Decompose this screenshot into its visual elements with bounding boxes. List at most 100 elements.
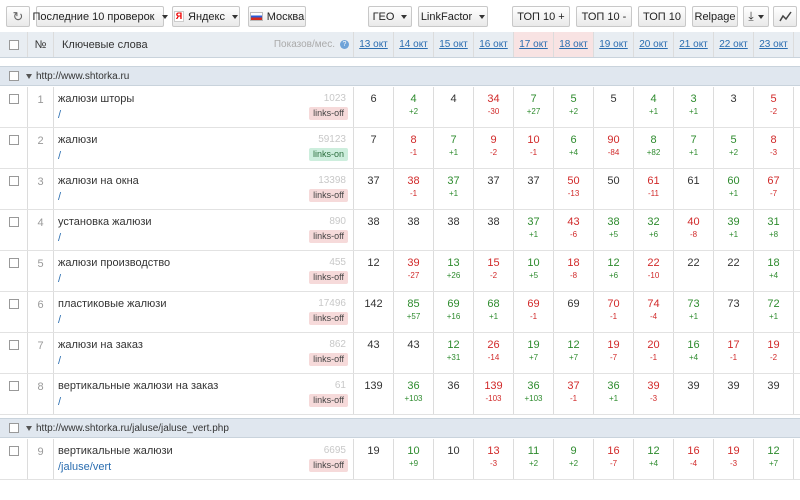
position-delta: +103 — [524, 394, 543, 403]
date-header[interactable]: 15 окт — [434, 32, 474, 57]
position-value: 142 — [364, 298, 383, 310]
position-value: 8 — [650, 134, 657, 146]
date-header[interactable]: 20 окт — [634, 32, 674, 57]
date-header[interactable]: 16 окт — [474, 32, 514, 57]
select-all-checkbox[interactable] — [8, 39, 19, 50]
date-header[interactable]: 18 окт — [554, 32, 594, 57]
keyword-url-link[interactable]: / — [58, 273, 61, 285]
position-cell: 7 — [354, 128, 394, 168]
position-cell: 43 — [394, 333, 434, 373]
position-delta: +4 — [568, 148, 579, 157]
position-cell: 85 +57 — [394, 292, 434, 332]
keyword-url-link[interactable]: /jaluse/vert — [58, 461, 111, 473]
search-engine-dropdown[interactable]: Я Яндекс — [172, 6, 240, 27]
date-header[interactable]: 21 окт — [674, 32, 714, 57]
chart-button[interactable] — [773, 6, 797, 27]
date-header[interactable]: 19 окт — [594, 32, 634, 57]
keyword-url-link[interactable]: / — [58, 396, 61, 408]
links-status-badge[interactable]: links-off — [309, 353, 348, 366]
position-cell: 10 +9 — [394, 439, 434, 479]
position-value: 38 — [407, 175, 420, 187]
group-checkbox[interactable] — [9, 71, 19, 81]
row-checkbox[interactable] — [8, 446, 19, 456]
position-value: 39 — [647, 380, 660, 392]
position-value: 22 — [687, 257, 700, 269]
position-delta: +7 — [768, 459, 779, 468]
links-status-badge[interactable]: links-off — [309, 107, 348, 120]
keyword-url-link[interactable]: / — [58, 355, 61, 367]
keyword-text: жалюзи на заказ — [58, 339, 143, 351]
row-checkbox[interactable] — [8, 94, 19, 104]
history-dropdown[interactable]: Последние 10 проверок — [32, 6, 168, 27]
links-status-badge[interactable]: links-off — [309, 394, 348, 407]
position-value: 16 — [687, 339, 700, 351]
chevron-down-icon — [401, 14, 408, 19]
help-icon[interactable]: ? — [340, 40, 349, 49]
top10-button[interactable]: ТОП 10 — [638, 6, 686, 27]
links-status-badge[interactable]: links-off — [309, 312, 348, 325]
position-value: 139 — [364, 380, 383, 392]
date-header[interactable]: 23 окт — [754, 32, 794, 57]
refresh-button[interactable]: ↻ — [6, 6, 30, 27]
collapse-triangle-icon[interactable] — [26, 73, 32, 79]
keyword-url-link[interactable]: / — [58, 191, 61, 203]
top10-plus-button[interactable]: ТОП 10 + — [512, 6, 570, 27]
row-checkbox[interactable] — [8, 340, 19, 350]
row-checkbox[interactable] — [8, 176, 19, 186]
position-cell: 16 +4 — [674, 333, 714, 373]
position-cell: 50 — [594, 169, 634, 209]
top10-minus-button[interactable]: ТОП 10 - — [576, 6, 632, 27]
row-checkbox[interactable] — [8, 299, 19, 309]
links-status-badge[interactable]: links-off — [309, 271, 348, 284]
position-delta: +2 — [408, 107, 419, 116]
row-checkbox[interactable] — [8, 381, 19, 391]
history-label: Последние 10 проверок — [32, 10, 155, 23]
links-status-badge[interactable]: links-off — [309, 189, 348, 202]
site-url[interactable]: http://www.shtorka.ru/jaluse/jaluse_vert… — [26, 419, 229, 437]
row-checkbox[interactable] — [8, 258, 19, 268]
keyword-url-link[interactable]: / — [58, 109, 61, 121]
position-delta: -1 — [529, 312, 538, 321]
russia-flag-icon — [249, 12, 263, 21]
keyword-url-link[interactable]: / — [58, 150, 61, 162]
date-header[interactable]: 22 окт — [714, 32, 754, 57]
date-header[interactable]: 14 окт — [394, 32, 434, 57]
position-cell: 16 -4 — [674, 439, 714, 479]
position-value: 22 — [727, 257, 740, 269]
row-number: 9 — [28, 439, 54, 479]
position-value: 5 — [770, 93, 777, 105]
region-button[interactable]: Москва — [248, 6, 306, 27]
position-cell: 7 +27 — [514, 87, 554, 127]
position-value: 5 — [610, 93, 617, 105]
keyword-url-link[interactable]: / — [58, 232, 61, 244]
position-value: 4 — [650, 93, 657, 105]
position-value: 39 — [727, 216, 740, 228]
col-shows[interactable]: Показов/мес. — [274, 39, 335, 50]
position-cell: 19 -7 — [594, 333, 634, 373]
position-value: 43 — [367, 339, 380, 351]
download-button[interactable]: ⤓ — [743, 6, 769, 27]
keyword-url-link[interactable]: / — [58, 314, 61, 326]
position-value: 13 — [447, 257, 460, 269]
links-status-badge[interactable]: links-off — [309, 459, 348, 472]
collapse-triangle-icon[interactable] — [26, 425, 32, 431]
links-status-badge[interactable]: links-on — [308, 148, 348, 161]
position-value: 37 — [487, 175, 500, 187]
position-delta: -7 — [609, 459, 618, 468]
position-value: 12 — [607, 257, 620, 269]
row-checkbox-cell — [0, 439, 28, 479]
links-status-badge[interactable]: links-off — [309, 230, 348, 243]
group-checkbox[interactable] — [9, 423, 19, 433]
col-keywords-header: Ключевые слова Показов/мес. ? — [54, 32, 354, 57]
geo-dropdown[interactable]: ГЕО — [368, 6, 412, 27]
row-checkbox[interactable] — [8, 217, 19, 227]
linkfactor-dropdown[interactable]: LinkFactor — [418, 6, 488, 27]
position-delta: +2 — [568, 459, 579, 468]
date-header[interactable]: 13 окт — [354, 32, 394, 57]
row-checkbox[interactable] — [8, 135, 19, 145]
position-value: 139 — [484, 380, 503, 392]
relpage-button[interactable]: Relpage — [692, 6, 738, 27]
site-url[interactable]: http://www.shtorka.ru — [26, 67, 129, 85]
toolbar: ↻ Последние 10 проверок Я Яндекс Москва … — [0, 0, 800, 32]
date-header[interactable]: 17 окт — [514, 32, 554, 57]
